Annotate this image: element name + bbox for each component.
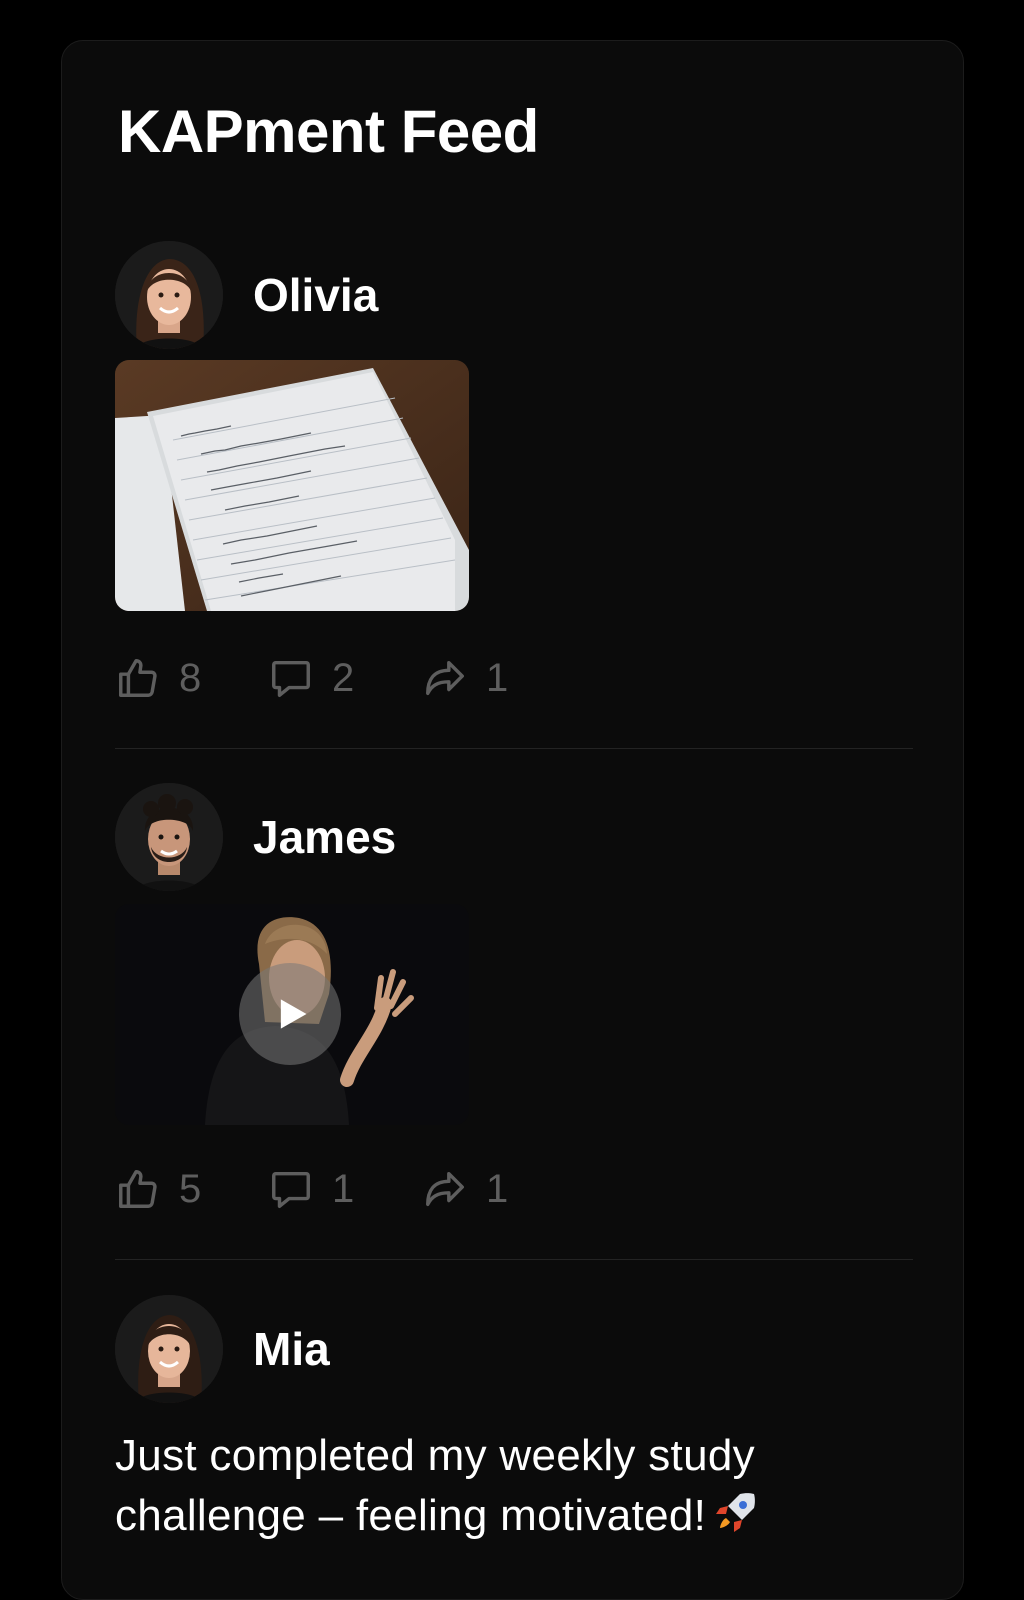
post-image[interactable] bbox=[115, 360, 469, 611]
avatar[interactable] bbox=[115, 783, 223, 891]
play-button[interactable] bbox=[239, 963, 341, 1065]
avatar[interactable] bbox=[115, 241, 223, 349]
share-count: 1 bbox=[486, 655, 509, 700]
comment-count: 2 bbox=[332, 655, 355, 700]
play-icon bbox=[280, 999, 307, 1029]
notebook-photo bbox=[115, 360, 469, 611]
post-divider bbox=[115, 1259, 913, 1260]
post-divider bbox=[115, 748, 913, 749]
author-name[interactable]: James bbox=[253, 810, 396, 864]
post-text: Just completed my weekly study challenge… bbox=[115, 1426, 895, 1552]
avatar-image bbox=[115, 1295, 223, 1403]
comment-bubble-icon bbox=[272, 660, 310, 697]
rocket-icon bbox=[712, 1488, 760, 1552]
like-count: 5 bbox=[179, 1166, 202, 1211]
share-button[interactable]: 1 bbox=[422, 655, 508, 701]
feed-card: KAPment Feed Olivia 8 2 1 James 5 1 1 Mi… bbox=[61, 40, 964, 1600]
author-name[interactable]: Mia bbox=[253, 1322, 330, 1376]
share-arrow-icon bbox=[426, 1171, 464, 1207]
comment-button[interactable]: 2 bbox=[268, 655, 422, 701]
like-button[interactable]: 5 bbox=[115, 1166, 268, 1212]
comment-bubble-icon bbox=[272, 1171, 310, 1208]
share-arrow-icon bbox=[426, 660, 464, 696]
thumbs-up-icon bbox=[119, 1170, 157, 1208]
post-header-james: James bbox=[115, 783, 396, 891]
avatar-image bbox=[115, 783, 223, 891]
post-header-mia: Mia bbox=[115, 1295, 330, 1403]
like-button[interactable]: 8 bbox=[115, 655, 268, 701]
post-header-olivia: Olivia bbox=[115, 241, 378, 349]
post-actions: 8 2 1 bbox=[115, 655, 508, 701]
avatar-image bbox=[115, 241, 223, 349]
post-actions: 5 1 1 bbox=[115, 1166, 508, 1212]
post-video[interactable] bbox=[115, 904, 469, 1125]
author-name[interactable]: Olivia bbox=[253, 268, 378, 322]
share-count: 1 bbox=[486, 1166, 509, 1211]
comment-button[interactable]: 1 bbox=[268, 1166, 422, 1212]
thumbs-up-icon bbox=[119, 659, 157, 697]
like-count: 8 bbox=[179, 655, 202, 700]
post-text-body: Just completed my weekly study challenge… bbox=[115, 1431, 755, 1540]
comment-count: 1 bbox=[332, 1166, 355, 1211]
page-title: KAPment Feed bbox=[118, 98, 539, 165]
avatar[interactable] bbox=[115, 1295, 223, 1403]
share-button[interactable]: 1 bbox=[422, 1166, 508, 1212]
